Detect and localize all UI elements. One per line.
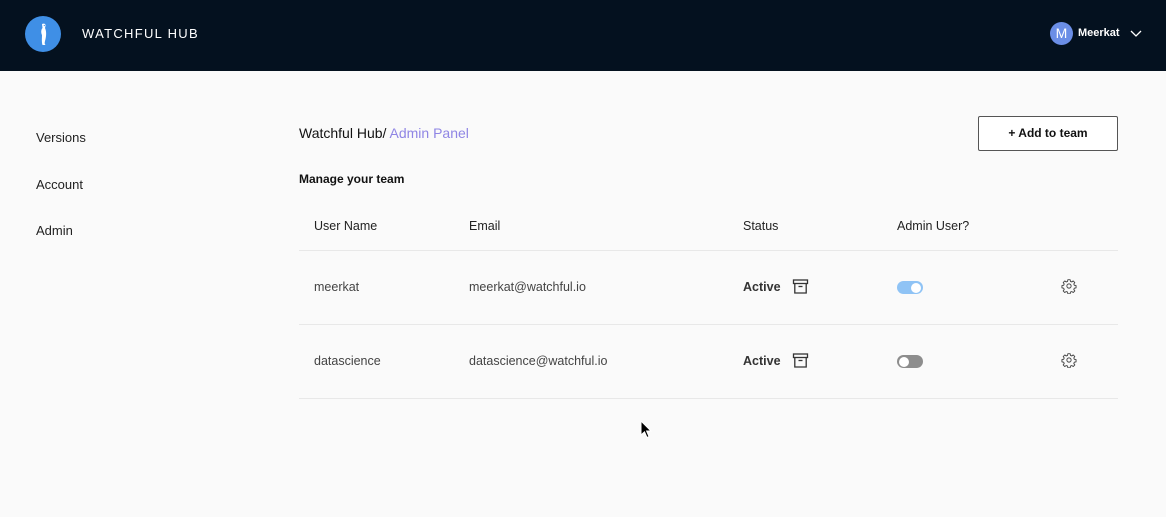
table-divider: [299, 250, 1118, 251]
user-menu[interactable]: M Meerkat: [1050, 22, 1150, 46]
row-email: datascience@watchful.io: [469, 354, 608, 368]
sidebar-item-account[interactable]: Account: [36, 177, 83, 192]
row-username: meerkat: [314, 280, 360, 294]
admin-toggle[interactable]: [897, 281, 923, 294]
breadcrumb-current: Admin Panel: [386, 125, 469, 141]
status-badge: Active: [743, 280, 781, 294]
sidebar-item-admin[interactable]: Admin: [36, 223, 73, 238]
gear-icon[interactable]: [1061, 352, 1077, 368]
mouse-cursor-icon: [640, 420, 654, 440]
toggle-knob: [911, 282, 921, 293]
toggle-knob: [899, 356, 909, 367]
chevron-down-icon[interactable]: [1129, 27, 1143, 41]
table-divider: [299, 398, 1118, 399]
breadcrumb: Watchful Hub/ Admin Panel: [299, 125, 469, 141]
section-title: Manage your team: [299, 172, 405, 186]
row-email: meerkat@watchful.io: [469, 280, 586, 294]
table-divider: [299, 324, 1118, 325]
app-title: WATCHFUL HUB: [82, 26, 199, 41]
add-to-team-button[interactable]: + Add to team: [978, 116, 1118, 151]
row-username: datascience: [314, 354, 381, 368]
admin-toggle[interactable]: [897, 355, 923, 368]
column-header-admin: Admin User?: [897, 219, 970, 233]
archive-icon[interactable]: [792, 352, 809, 369]
status-badge: Active: [743, 354, 781, 368]
breadcrumb-home[interactable]: Watchful Hub/: [299, 125, 386, 141]
archive-icon[interactable]: [792, 278, 809, 295]
user-name: Meerkat: [1078, 27, 1120, 39]
gear-icon[interactable]: [1061, 278, 1077, 294]
avatar: M: [1050, 22, 1073, 45]
column-header-username: User Name: [314, 219, 378, 233]
sidebar-item-versions[interactable]: Versions: [36, 130, 86, 145]
column-header-email: Email: [469, 219, 501, 233]
column-header-status: Status: [743, 219, 779, 233]
top-navbar: WATCHFUL HUB M Meerkat: [0, 0, 1166, 71]
meerkat-logo-icon[interactable]: [25, 16, 61, 52]
